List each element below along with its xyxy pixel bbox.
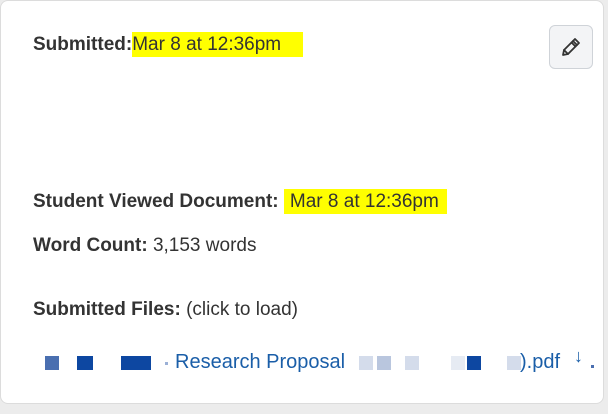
viewed-label: Student Viewed Document:	[33, 191, 279, 212]
redaction-block	[507, 356, 521, 370]
file-name-link[interactable]: Research Proposal	[175, 349, 345, 375]
redaction-block	[45, 356, 59, 370]
redaction-block	[405, 356, 419, 370]
redaction-block	[165, 362, 168, 365]
submitted-files-hint: (click to load)	[186, 299, 298, 320]
redaction-block	[121, 356, 151, 370]
file-extension[interactable]: ).pdf	[520, 349, 560, 375]
word-count-row: Word Count: 3,153 words	[33, 234, 256, 258]
redaction-block	[359, 356, 373, 370]
submitted-files-row: Submitted Files: (click to load)	[33, 298, 298, 322]
submission-details-card: Submitted:Mar 8 at 12:36pm Student Viewe…	[0, 0, 604, 404]
redaction-block	[77, 356, 93, 370]
submitted-date: Mar 8 at 12:36pm	[132, 32, 304, 57]
submitted-row: Submitted:Mar 8 at 12:36pm	[33, 32, 304, 57]
submitted-files-label: Submitted Files:	[33, 299, 181, 320]
redaction-block	[451, 356, 465, 370]
viewed-row: Student Viewed Document: Mar 8 at 12:36p…	[33, 189, 447, 214]
redaction-block	[591, 365, 594, 368]
word-count-value: 3,153 words	[152, 235, 257, 256]
viewed-date: Mar 8 at 12:36pm	[283, 189, 447, 214]
redaction-block	[377, 356, 391, 370]
submitted-label: Submitted:	[33, 34, 133, 55]
edit-button[interactable]	[549, 25, 593, 69]
redaction-block	[467, 356, 481, 370]
word-count-label: Word Count:	[33, 235, 148, 256]
submitted-file-link[interactable]: Research Proposal ).pdf ↓	[45, 346, 601, 375]
pencil-icon	[562, 38, 580, 56]
download-arrow-icon[interactable]: ↓	[574, 343, 583, 369]
